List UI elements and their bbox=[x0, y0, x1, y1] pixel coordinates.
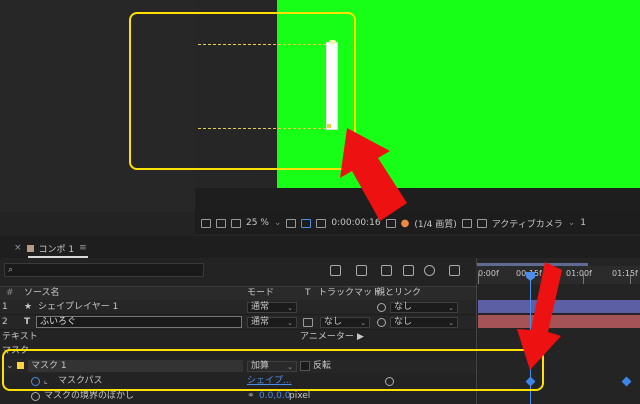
arrow-to-viewer-mask bbox=[340, 128, 407, 221]
arrow-to-keyframe bbox=[517, 262, 562, 370]
red-arrow-annotations bbox=[340, 128, 562, 370]
